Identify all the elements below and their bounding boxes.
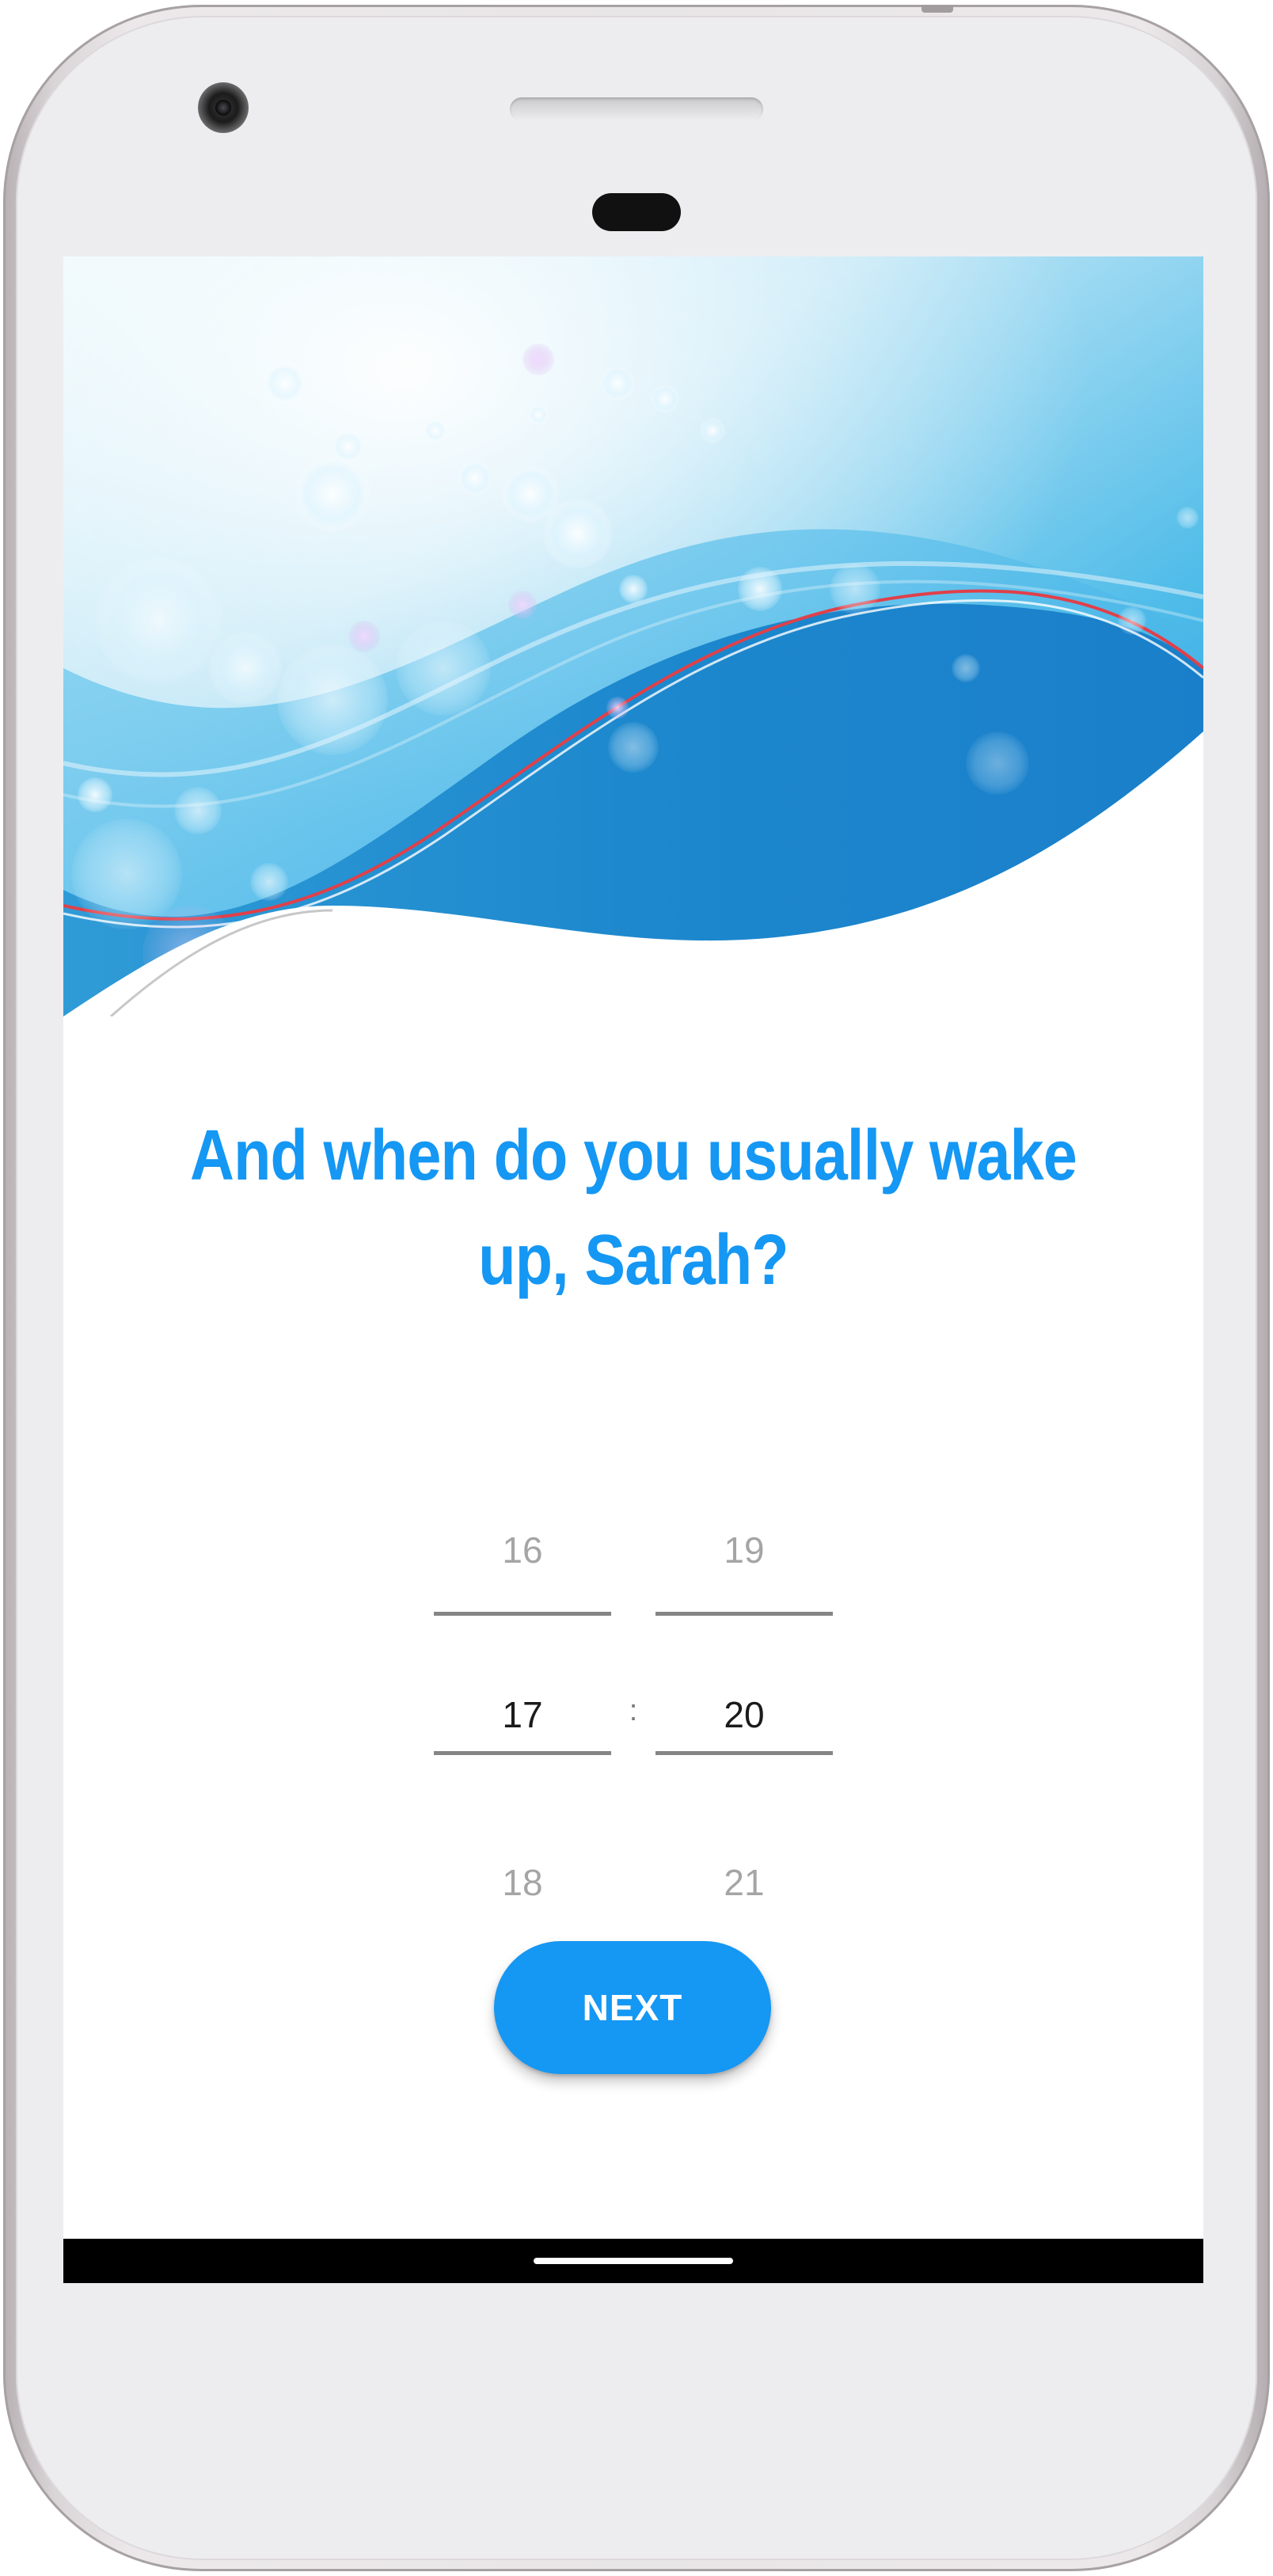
hour-top-divider bbox=[434, 1612, 611, 1616]
time-picker[interactable]: 16 17 18 : 19 20 21 bbox=[63, 1396, 1203, 1951]
minute-next[interactable]: 21 bbox=[656, 1859, 833, 1906]
hour-next[interactable]: 18 bbox=[434, 1859, 611, 1906]
frame-antenna-line bbox=[922, 5, 953, 13]
proximity-sensor bbox=[592, 193, 681, 231]
hero-wave-image bbox=[63, 256, 1203, 1016]
time-separator: : bbox=[629, 1694, 638, 1727]
earpiece-speaker bbox=[510, 97, 763, 121]
hour-selected[interactable]: 17 bbox=[434, 1691, 611, 1738]
hour-wheel[interactable]: 16 17 18 bbox=[434, 1396, 611, 1951]
minute-previous[interactable]: 19 bbox=[656, 1526, 833, 1574]
minute-selected[interactable]: 20 bbox=[656, 1691, 833, 1738]
next-button[interactable]: NEXT bbox=[494, 1941, 771, 2074]
minute-bottom-divider bbox=[656, 1751, 833, 1755]
home-indicator-icon[interactable] bbox=[534, 2258, 733, 2264]
minute-wheel[interactable]: 19 20 21 bbox=[656, 1396, 833, 1951]
minute-top-divider bbox=[656, 1612, 833, 1616]
front-camera-icon bbox=[198, 82, 249, 133]
hour-previous[interactable]: 16 bbox=[434, 1526, 611, 1574]
hour-bottom-divider bbox=[434, 1751, 611, 1755]
navigation-bar bbox=[63, 2239, 1203, 2283]
app-screen: And when do you usually wake up, Sarah? … bbox=[63, 256, 1203, 2283]
wake-time-question: And when do you usually wake up, Sarah? bbox=[190, 1116, 1077, 1300]
